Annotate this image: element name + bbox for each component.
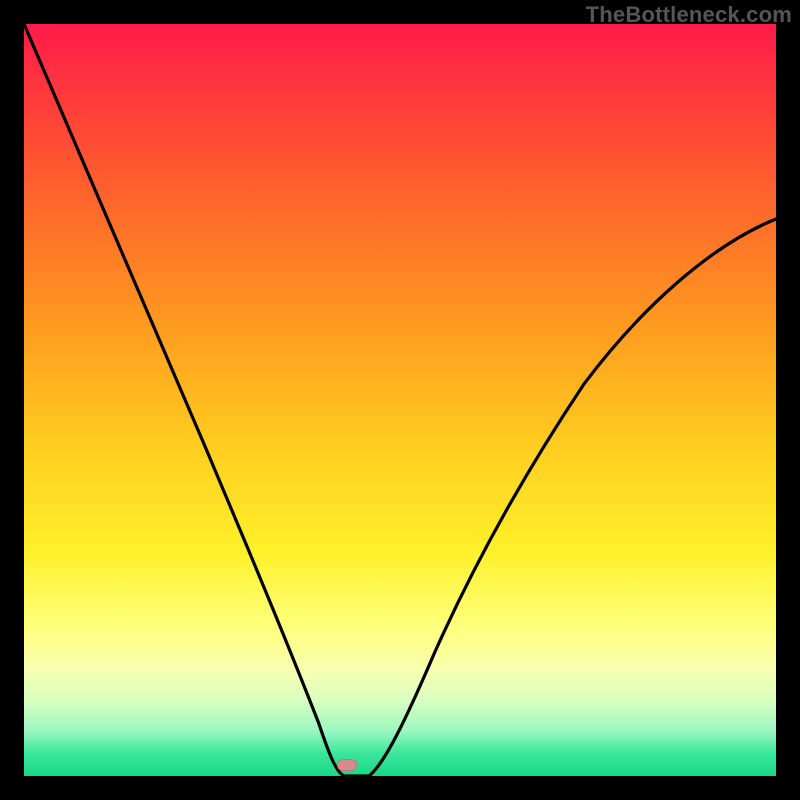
bottleneck-curve-path: [24, 24, 776, 776]
minimum-marker: [337, 759, 357, 771]
curve-svg: [24, 24, 776, 776]
plot-area: [24, 24, 776, 776]
chart-frame: TheBottleneck.com: [0, 0, 800, 800]
